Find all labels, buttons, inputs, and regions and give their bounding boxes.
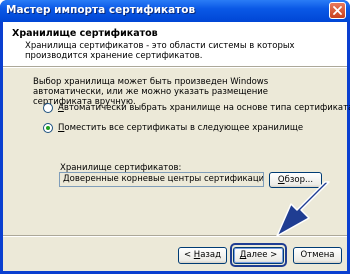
radio-auto-label-rest: втоматически выбрать хранилище на основе… bbox=[63, 103, 350, 113]
page-title: Хранилище сертификатов bbox=[12, 28, 158, 39]
title-bar[interactable]: Мастер импорта сертификатов bbox=[0, 0, 350, 22]
page-description: Хранилища сертификатов - это области сис… bbox=[25, 41, 295, 61]
wizard-header: Хранилище сертификатов Хранилища сертифи… bbox=[3, 22, 347, 66]
radio-place-all-label: Поместить все сертификаты в следующее хр… bbox=[58, 123, 303, 133]
next-button-highlight bbox=[230, 243, 287, 267]
radio-place-label-rest: оместить все сертификаты в следующее хра… bbox=[64, 123, 304, 133]
radio-button-place-all[interactable] bbox=[43, 123, 53, 133]
close-icon bbox=[333, 6, 342, 15]
back-button-label: < Назад bbox=[183, 250, 222, 260]
wizard-window: Мастер импорта сертификатов Хранилище се… bbox=[0, 0, 350, 274]
window-title: Мастер импорта сертификатов bbox=[6, 4, 196, 16]
close-button[interactable] bbox=[329, 2, 346, 19]
pointer-arrow-icon bbox=[276, 181, 330, 237]
cancel-button[interactable]: Отмена bbox=[293, 247, 342, 264]
back-mnemonic: Н bbox=[193, 250, 201, 260]
radio-auto-label: Автоматически выбрать хранилище на основ… bbox=[58, 103, 350, 113]
header-divider bbox=[3, 66, 347, 68]
back-button[interactable]: < Назад bbox=[178, 247, 227, 264]
store-field[interactable]: Доверенные корневые центры сертификации bbox=[59, 172, 264, 187]
radio-button-auto[interactable] bbox=[43, 103, 53, 113]
